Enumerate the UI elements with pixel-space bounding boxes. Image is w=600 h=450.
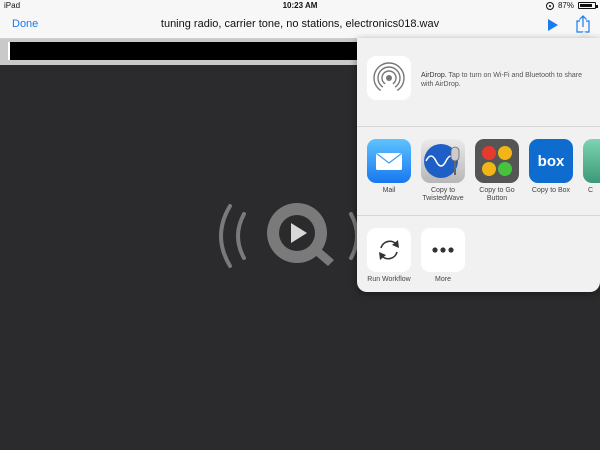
share-app-go-button[interactable]: Copy to Go Button: [470, 139, 524, 203]
box-icon: box: [529, 139, 573, 183]
go-button-icon: [475, 139, 519, 183]
navigation-bar: Done tuning radio, carrier tone, no stat…: [0, 12, 600, 39]
battery-fill: [580, 4, 593, 7]
app-label: Copy to Go Button: [479, 187, 515, 202]
battery-icon: [578, 2, 598, 9]
twistedwave-icon: [421, 139, 465, 183]
app-label: C: [588, 187, 594, 194]
app-label: Copy to TwistedWave: [422, 187, 464, 202]
action-run-workflow[interactable]: Run Workflow: [362, 228, 416, 284]
share-app-mail[interactable]: Mail: [362, 139, 416, 195]
waveform[interactable]: [8, 42, 382, 60]
share-app-box[interactable]: box Copy to Box: [524, 139, 578, 195]
apps-section: Mail Copy to TwistedWave Copy to Go Butt…: [357, 127, 600, 216]
file-title: tuning radio, carrier tone, no stations,…: [160, 18, 440, 30]
actions-section: Run Workflow More: [357, 216, 600, 292]
share-sheet: AirDrop. Tap to turn on Wi-Fi and Blueto…: [357, 38, 600, 292]
airdrop-title: AirDrop.: [421, 72, 447, 79]
action-more[interactable]: More: [416, 228, 470, 284]
orientation-lock-icon: [545, 1, 554, 10]
action-label: Run Workflow: [367, 276, 411, 283]
airdrop-icon[interactable]: [367, 56, 411, 100]
action-label: More: [435, 276, 451, 283]
workflow-icon: [367, 228, 411, 272]
clock: 10:23 AM: [282, 1, 318, 10]
airdrop-section: AirDrop. Tap to turn on Wi-Fi and Blueto…: [357, 38, 600, 127]
share-app-twistedwave[interactable]: Copy to TwistedWave: [416, 139, 470, 203]
app-label: Mail: [382, 187, 396, 194]
airdrop-description: AirDrop. Tap to turn on Wi-Fi and Blueto…: [421, 71, 593, 89]
status-right: 87%: [545, 1, 598, 10]
more-icon: [421, 228, 465, 272]
play-icon[interactable]: [547, 18, 559, 32]
battery-percent: 87%: [557, 1, 574, 10]
app-label: Copy to Box: [531, 187, 571, 194]
svg-text:box: box: [538, 153, 565, 170]
status-bar: iPad 10:23 AM 87%: [0, 0, 600, 12]
app-icon: [583, 139, 600, 183]
mail-icon: [367, 139, 411, 183]
share-app-partial[interactable]: C: [578, 139, 600, 195]
